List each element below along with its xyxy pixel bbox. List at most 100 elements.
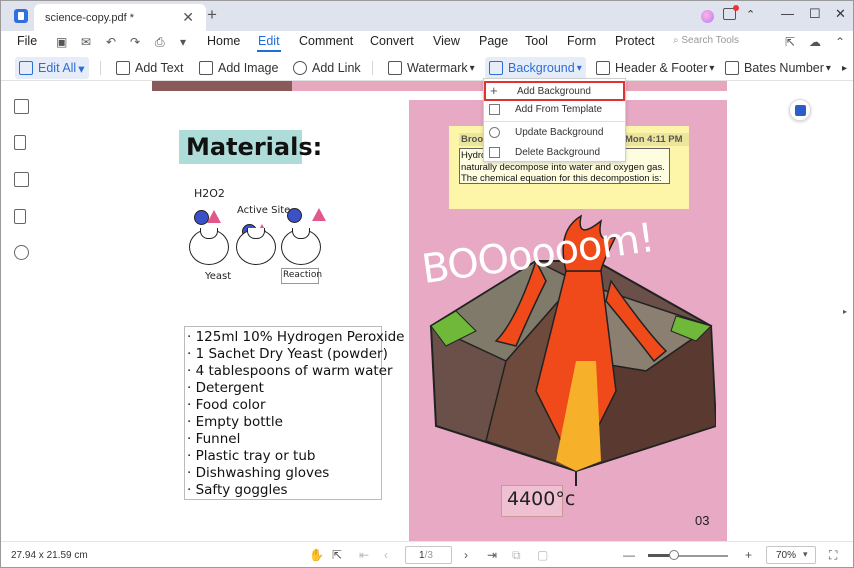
search-tools-label: Search Tools	[681, 35, 740, 46]
tab-title: science-copy.pdf *	[45, 12, 135, 24]
bates-number-icon	[725, 61, 739, 75]
close-button[interactable]: ✕	[835, 6, 846, 22]
zoom-slider-handle[interactable]	[669, 550, 680, 560]
edit-all-label: Edit All	[38, 61, 77, 75]
page-dimensions: 27.94 x 21.59 cm	[11, 550, 88, 561]
redo-icon[interactable]: ↷	[130, 35, 140, 49]
text-icon	[116, 61, 130, 75]
fit-width-icon[interactable]: ▢	[537, 548, 548, 562]
undo-icon[interactable]: ↶	[106, 35, 116, 49]
collapse-icon[interactable]: ⌃	[746, 8, 755, 21]
left-sidebar: ▸	[1, 81, 46, 541]
list-item: · Safty goggles	[187, 482, 288, 498]
link-icon	[293, 61, 307, 75]
bookmark-icon[interactable]	[14, 135, 26, 150]
cloud-upload-icon[interactable]: ☁	[809, 35, 821, 49]
menu-page[interactable]: Page	[479, 34, 508, 48]
menu-edit[interactable]: Edit	[258, 34, 280, 48]
menu-tool[interactable]: Tool	[525, 34, 548, 48]
molecule-circle	[287, 208, 302, 223]
background-button[interactable]: Background ▾	[485, 57, 586, 79]
select-tool-icon[interactable]: ⇱	[332, 548, 342, 562]
app-window: science-copy.pdf * ✕ + ⌃ — ☐ ✕ File ▣ ✉ …	[0, 0, 854, 568]
menu-convert[interactable]: Convert	[370, 34, 414, 48]
mail-icon[interactable]: ✉	[81, 35, 91, 49]
thumbnails-icon[interactable]	[14, 99, 29, 114]
previous-page-icon[interactable]: ‹	[384, 548, 388, 562]
title-bar: science-copy.pdf * ✕ + ⌃ — ☐ ✕	[1, 1, 853, 31]
menu-item-add-background[interactable]: + Add Background	[484, 81, 625, 101]
list-item: · Plastic tray or tub	[187, 448, 316, 464]
materials-title: Materials:	[186, 133, 323, 161]
list-item: · 1 Sachet Dry Yeast (powder)	[187, 346, 388, 362]
search-icon[interactable]	[14, 245, 29, 260]
print-icon[interactable]: ⎙	[155, 35, 165, 50]
background-dropdown-menu: + Add Background Add From Template Updat…	[483, 78, 626, 162]
trash-icon	[489, 147, 500, 158]
attachment-icon[interactable]	[14, 209, 26, 224]
add-text-button[interactable]: Add Text	[116, 57, 183, 79]
menu-divider	[484, 121, 625, 122]
zoom-dropdown-icon[interactable]: ▾	[803, 549, 808, 560]
edit-all-button[interactable]: Edit All ▾	[15, 57, 89, 79]
minimize-button[interactable]: —	[781, 6, 794, 21]
menu-home[interactable]: Home	[207, 34, 240, 48]
menu-form[interactable]: Form	[567, 34, 596, 48]
add-image-button[interactable]: Add Image	[199, 57, 278, 79]
avatar[interactable]	[701, 10, 714, 23]
next-page-icon[interactable]: ›	[464, 548, 468, 562]
menu-item-update-background[interactable]: Update Background	[484, 123, 625, 143]
last-page-icon[interactable]: ⇥	[487, 548, 497, 562]
menu-view[interactable]: View	[433, 34, 460, 48]
list-item: · Food color	[187, 397, 266, 413]
fullscreen-icon[interactable]: ⛶	[829, 548, 837, 563]
diagram-label-h2o2: H2O2	[194, 187, 225, 200]
bates-number-button[interactable]: Bates Number ▾	[725, 57, 831, 79]
menu-item-add-from-template[interactable]: Add From Template	[484, 100, 625, 120]
menu-item-label: Add Background	[517, 86, 591, 97]
previous-page-edge-dark	[152, 81, 292, 91]
ribbon-collapse-icon[interactable]: ⌃	[835, 35, 845, 49]
watermark-button[interactable]: Watermark ▾	[388, 57, 475, 79]
list-item: · Dishwashing gloves	[187, 465, 330, 481]
document-tab[interactable]: science-copy.pdf * ✕	[34, 4, 206, 31]
app-logo-icon	[14, 9, 28, 23]
document-canvas[interactable]: Materials: H2O2 Active Site Yeast Reacti…	[41, 81, 847, 541]
hand-tool-icon[interactable]: ✋	[309, 548, 324, 562]
yeast-cell	[236, 228, 276, 265]
comment-icon[interactable]	[14, 172, 29, 187]
convert-to-word-icon[interactable]	[789, 99, 811, 121]
maximize-button[interactable]: ☐	[809, 6, 821, 22]
notification-icon[interactable]	[723, 5, 739, 20]
add-text-label: Add Text	[135, 61, 184, 75]
header-footer-button[interactable]: Header & Footer ▾	[596, 57, 714, 79]
tab-close-icon[interactable]: ✕	[182, 9, 194, 26]
diagram-label-active-site: Active Site	[237, 205, 291, 216]
chevron-down-icon: ▾	[576, 62, 582, 74]
menu-item-delete-background[interactable]: Delete Background	[484, 143, 625, 163]
menu-file[interactable]: File	[17, 34, 37, 48]
diagram-label-reaction: Reaction	[283, 270, 323, 280]
zoom-out-icon[interactable]: —	[623, 548, 635, 562]
first-page-icon[interactable]: ⇤	[359, 548, 369, 562]
zoom-in-icon[interactable]: +	[745, 548, 752, 562]
list-item: · 125ml 10% Hydrogen Peroxide	[187, 329, 405, 345]
save-icon[interactable]: ▣	[56, 35, 67, 49]
add-image-label: Add Image	[218, 61, 279, 75]
search-tools-input[interactable]: ⌕ Search Tools	[673, 35, 739, 46]
menu-protect[interactable]: Protect	[615, 34, 655, 48]
add-link-button[interactable]: Add Link	[293, 57, 361, 79]
menu-comment[interactable]: Comment	[299, 34, 353, 48]
zoom-value: 70%	[776, 550, 797, 561]
sticky-note-time: Mon 4:11 PM	[625, 134, 683, 145]
share-icon[interactable]: ⇱	[785, 35, 795, 49]
page-total: /3	[424, 550, 433, 561]
fit-page-icon[interactable]: ⧉	[512, 548, 521, 563]
new-tab-icon[interactable]: +	[207, 5, 217, 25]
quick-access-dropdown-icon[interactable]: ▾	[180, 35, 186, 49]
molecule-triangle	[207, 210, 221, 223]
yeast-cell	[189, 228, 229, 265]
toolbar-more-icon[interactable]: ▸	[842, 57, 847, 79]
header-footer-icon	[596, 61, 610, 75]
expand-right-panel-icon[interactable]: ▸	[843, 307, 847, 316]
